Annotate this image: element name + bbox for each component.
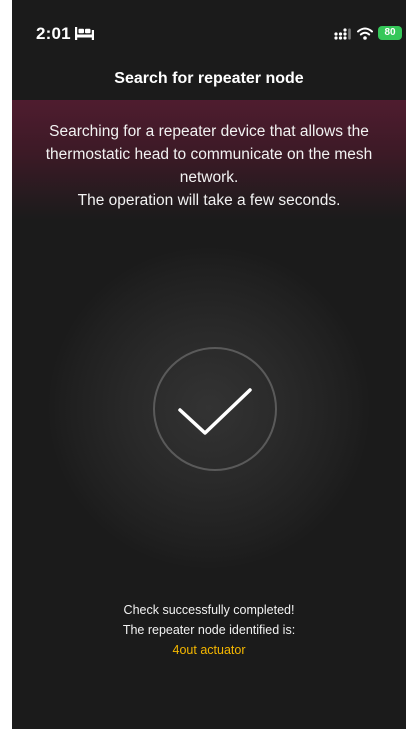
page-title: Search for repeater node [114, 70, 304, 87]
checkmark-icon [153, 347, 277, 471]
bed-icon [75, 27, 94, 40]
status-bar: 2:01 80 [12, 0, 406, 60]
result-label: The repeater node identified is: [122, 623, 296, 637]
battery-level: 80 [384, 27, 396, 38]
repeater-node-name: 4out actuator [172, 643, 246, 657]
result-message: Check successfully completed! The repeat… [12, 600, 406, 660]
result-status: Check successfully completed! [123, 603, 295, 617]
app-screen: 2:01 80 Search for repeater node Searchi… [12, 0, 406, 729]
banner-duration-note: The operation will take a few seconds. [77, 192, 341, 209]
battery-indicator: 80 [378, 26, 402, 40]
wifi-icon [357, 27, 373, 40]
info-banner: Searching for a repeater device that all… [12, 100, 406, 220]
banner-description: Searching for a repeater device that all… [45, 123, 373, 186]
banner-text: Searching for a repeater device that all… [24, 120, 394, 212]
status-time: 2:01 [36, 24, 71, 43]
signal-icon [334, 28, 351, 40]
